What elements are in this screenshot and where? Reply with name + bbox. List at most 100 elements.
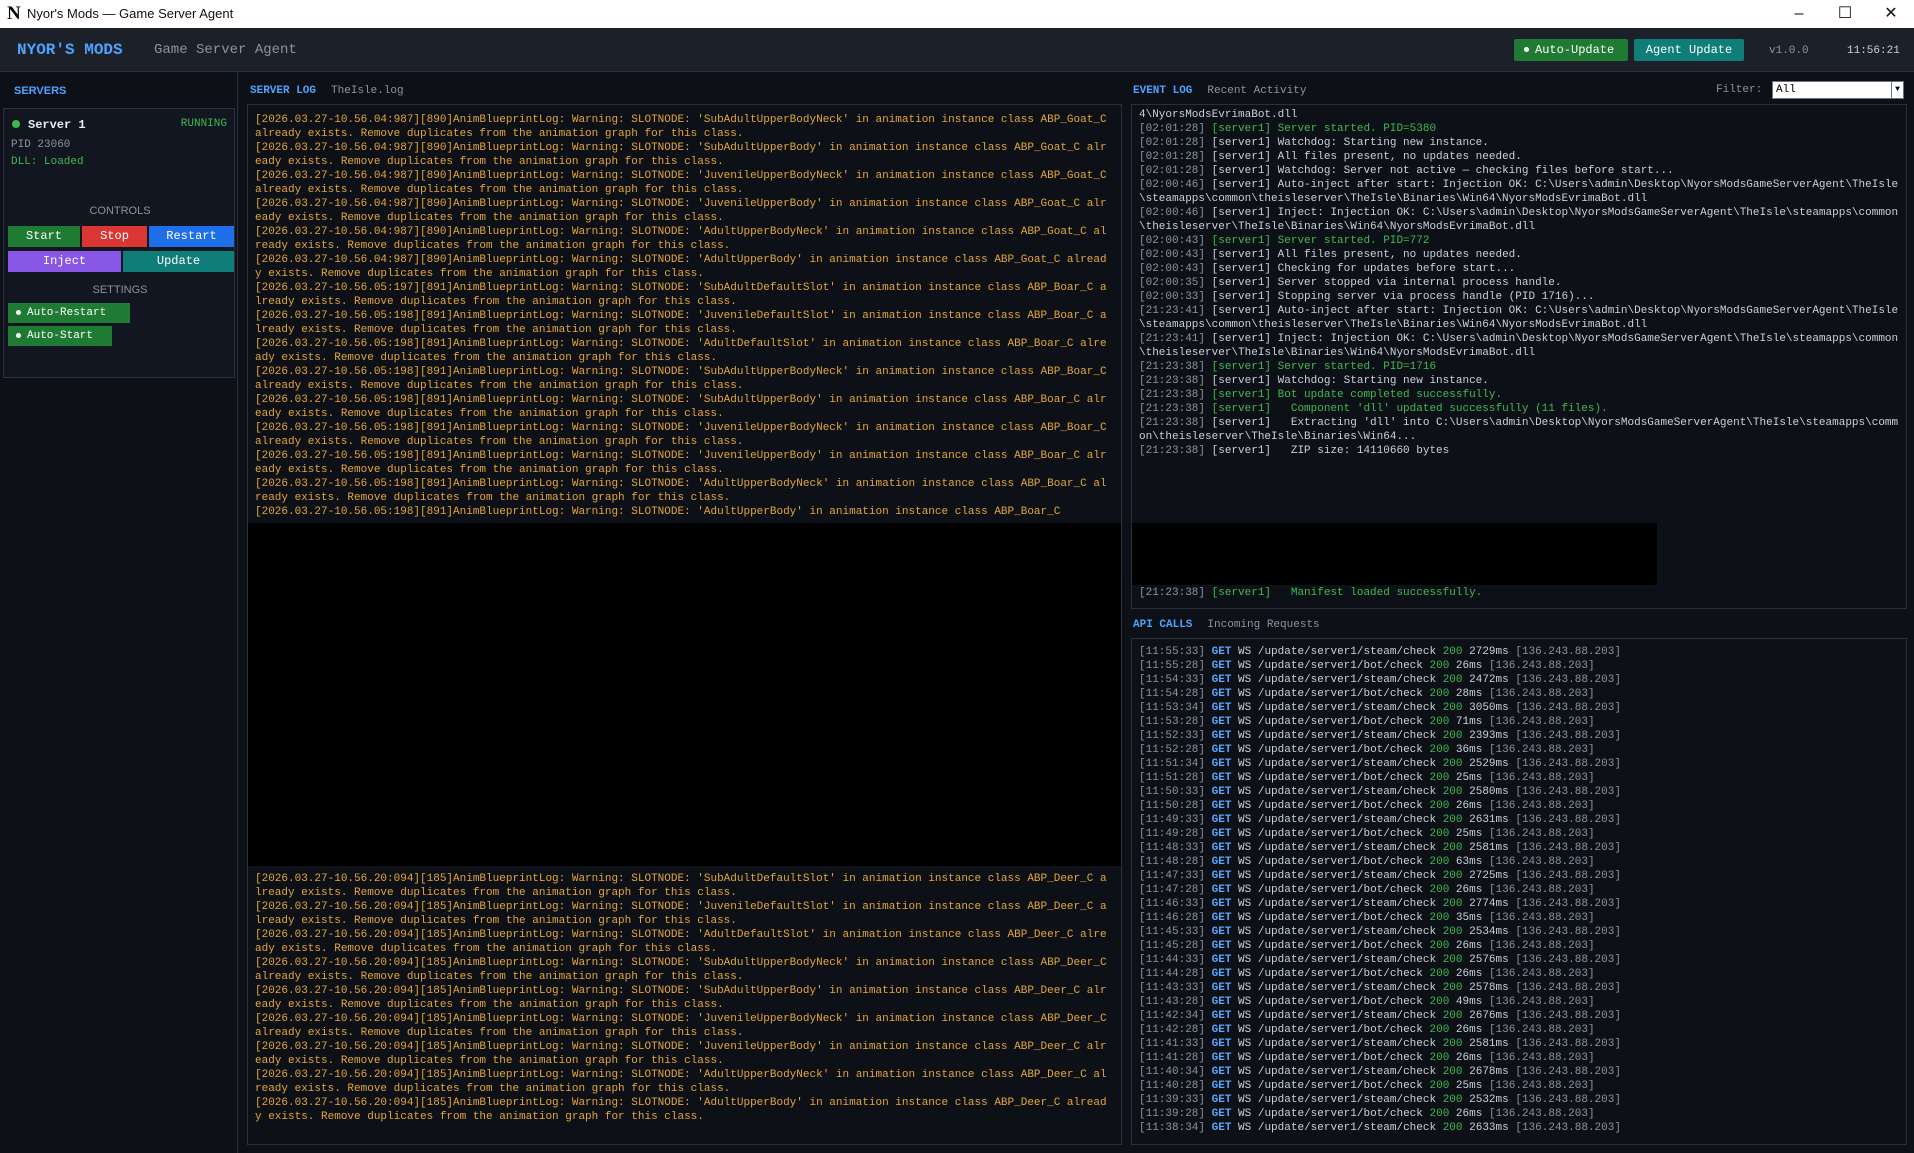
api-timestamp: [11:41:28] bbox=[1139, 1052, 1206, 1064]
event-text: 4\NyorsModsEvrimaBot.dll bbox=[1139, 109, 1298, 121]
event-text: [server1] Auto-inject after start: Injec… bbox=[1139, 305, 1899, 331]
event-log-entry: [02:01:28] [server1] Server started. PID… bbox=[1139, 122, 1901, 136]
log-line: [2026.03.27-10.56.05:198][891]AnimBluepr… bbox=[255, 394, 1107, 420]
api-call-row: [11:45:33] GET WS /update/server1/steam/… bbox=[1139, 925, 1901, 939]
event-text: [server1] Server started. PID=1716 bbox=[1211, 361, 1437, 373]
api-method: GET bbox=[1211, 968, 1232, 980]
server-card[interactable]: Server 1 RUNNING PID 23060 DLL: Loaded C… bbox=[3, 108, 235, 378]
api-call-row: [11:47:28] GET WS /update/server1/bot/ch… bbox=[1139, 883, 1901, 897]
api-method: GET bbox=[1211, 758, 1232, 770]
api-timestamp: [11:54:33] bbox=[1139, 674, 1206, 686]
event-log-entry: 4\NyorsModsEvrimaBot.dll bbox=[1139, 108, 1901, 122]
filter-select[interactable]: All ▼ bbox=[1772, 81, 1904, 99]
auto-update-toggle[interactable]: Auto-Update bbox=[1514, 39, 1628, 61]
event-log-panel[interactable]: 4\NyorsModsEvrimaBot.dll [02:01:28] [serv… bbox=[1131, 104, 1907, 609]
api-path: /update/server1/steam/check bbox=[1257, 730, 1437, 742]
api-path: /update/server1/bot/check bbox=[1257, 856, 1423, 868]
event-log-entry: [21:23:38] [server1] ZIP size: 14110660 … bbox=[1139, 444, 1901, 458]
api-timestamp: [11:55:33] bbox=[1139, 646, 1206, 658]
api-call-row: [11:40:28] GET WS /update/server1/bot/ch… bbox=[1139, 1079, 1901, 1093]
api-protocol: WS bbox=[1238, 800, 1252, 812]
api-client-ip: [136.243.88.203] bbox=[1488, 1024, 1595, 1036]
api-path: /update/server1/bot/check bbox=[1257, 968, 1423, 980]
api-timestamp: [11:41:33] bbox=[1139, 1038, 1206, 1050]
log-line: [2026.03.27-10.56.20:094][185]AnimBluepr… bbox=[255, 1041, 1107, 1067]
event-timestamp: [21:23:38] bbox=[1139, 389, 1206, 401]
tab-api-calls[interactable]: API CALLS bbox=[1133, 619, 1192, 631]
api-client-ip: [136.243.88.203] bbox=[1488, 996, 1595, 1008]
api-status: 200 bbox=[1442, 730, 1463, 742]
api-duration: 71ms bbox=[1455, 716, 1483, 728]
api-status: 200 bbox=[1429, 744, 1450, 756]
event-timestamp: [21:23:38] bbox=[1139, 417, 1206, 429]
api-calls-panel[interactable]: [11:55:33] GET WS /update/server1/steam/… bbox=[1131, 638, 1907, 1145]
maximize-button[interactable]: ☐ bbox=[1822, 0, 1868, 28]
api-duration: 36ms bbox=[1455, 744, 1483, 756]
api-path: /update/server1/bot/check bbox=[1257, 1052, 1423, 1064]
log-line: [2026.03.27-10.56.20:094][185]AnimBluepr… bbox=[255, 873, 1107, 899]
api-method: GET bbox=[1211, 926, 1232, 938]
api-call-row: [11:44:33] GET WS /update/server1/steam/… bbox=[1139, 953, 1901, 967]
api-timestamp: [11:42:28] bbox=[1139, 1024, 1206, 1036]
agent-update-button[interactable]: Agent Update bbox=[1634, 39, 1744, 61]
log-line: [2026.03.27-10.56.04:987][890]AnimBluepr… bbox=[255, 254, 1107, 280]
restart-button[interactable]: Restart bbox=[149, 226, 234, 247]
api-client-ip: [136.243.88.203] bbox=[1515, 982, 1621, 994]
api-call-row: [11:53:28] GET WS /update/server1/bot/ch… bbox=[1139, 715, 1901, 729]
log-line: [2026.03.27-10.56.04:987][890]AnimBluepr… bbox=[255, 226, 1107, 252]
tab-event-log[interactable]: EVENT LOG bbox=[1133, 85, 1192, 97]
api-status: 200 bbox=[1442, 674, 1463, 686]
api-duration: 25ms bbox=[1455, 772, 1483, 784]
api-status: 200 bbox=[1429, 800, 1450, 812]
api-status: 200 bbox=[1429, 996, 1450, 1008]
api-client-ip: [136.243.88.203] bbox=[1515, 814, 1621, 826]
api-protocol: WS bbox=[1238, 940, 1252, 952]
api-duration: 2576ms bbox=[1469, 954, 1509, 966]
api-protocol: WS bbox=[1238, 660, 1252, 672]
auto-start-toggle[interactable]: Auto-Start bbox=[8, 326, 112, 346]
server-log-panel[interactable]: [2026.03.27-10.56.04:987][890]AnimBluepr… bbox=[247, 104, 1122, 1145]
api-duration: 2633ms bbox=[1469, 1122, 1509, 1134]
api-status: 200 bbox=[1442, 870, 1463, 882]
api-status: 200 bbox=[1442, 1038, 1463, 1050]
app-header: NYOR'S MODS Game Server Agent Auto-Updat… bbox=[0, 28, 1914, 72]
stop-button[interactable]: Stop bbox=[82, 226, 147, 247]
api-client-ip: [136.243.88.203] bbox=[1488, 912, 1595, 924]
event-text: [server1] Bot update completed successfu… bbox=[1211, 389, 1503, 401]
event-timestamp: [21:23:41] bbox=[1139, 305, 1206, 317]
api-call-row: [11:46:28] GET WS /update/server1/bot/ch… bbox=[1139, 911, 1901, 925]
api-call-row: [11:50:28] GET WS /update/server1/bot/ch… bbox=[1139, 799, 1901, 813]
event-timestamp: [02:00:43] bbox=[1139, 263, 1206, 275]
api-method: GET bbox=[1211, 646, 1232, 658]
api-method: GET bbox=[1211, 800, 1232, 812]
api-protocol: WS bbox=[1238, 1094, 1252, 1106]
minimize-button[interactable]: – bbox=[1776, 0, 1822, 28]
api-call-row: [11:54:33] GET WS /update/server1/steam/… bbox=[1139, 673, 1901, 687]
close-button[interactable]: ✕ bbox=[1868, 0, 1914, 28]
api-method: GET bbox=[1211, 660, 1232, 672]
api-method: GET bbox=[1211, 870, 1232, 882]
api-duration: 2678ms bbox=[1469, 1066, 1509, 1078]
api-method: GET bbox=[1211, 716, 1232, 728]
event-timestamp: [02:01:28] bbox=[1139, 151, 1206, 163]
api-call-row: [11:38:34] GET WS /update/server1/steam/… bbox=[1139, 1121, 1901, 1135]
redacted-region bbox=[248, 523, 1121, 866]
api-calls-header: API CALLS Incoming Requests bbox=[1133, 619, 1320, 631]
api-protocol: WS bbox=[1238, 674, 1252, 686]
api-client-ip: [136.243.88.203] bbox=[1515, 870, 1621, 882]
api-method: GET bbox=[1211, 688, 1232, 700]
event-log-entry: [02:00:46] [server1] Inject: Injection O… bbox=[1139, 206, 1901, 234]
api-duration: 26ms bbox=[1455, 940, 1483, 952]
toggle-on-icon bbox=[16, 309, 21, 315]
start-button[interactable]: Start bbox=[8, 226, 80, 247]
inject-button[interactable]: Inject bbox=[8, 251, 121, 272]
event-timestamp: [02:00:46] bbox=[1139, 207, 1206, 219]
auto-restart-toggle[interactable]: Auto-Restart bbox=[8, 303, 130, 323]
event-text: [server1] Server started. PID=5380 bbox=[1211, 123, 1437, 135]
api-timestamp: [11:49:28] bbox=[1139, 828, 1206, 840]
api-client-ip: [136.243.88.203] bbox=[1515, 674, 1621, 686]
tab-server-log[interactable]: SERVER LOG bbox=[250, 85, 316, 97]
event-timestamp: [21:23:38] bbox=[1139, 375, 1206, 387]
event-log-entry: [02:00:33] [server1] Stopping server via… bbox=[1139, 290, 1901, 304]
update-button[interactable]: Update bbox=[123, 251, 234, 272]
